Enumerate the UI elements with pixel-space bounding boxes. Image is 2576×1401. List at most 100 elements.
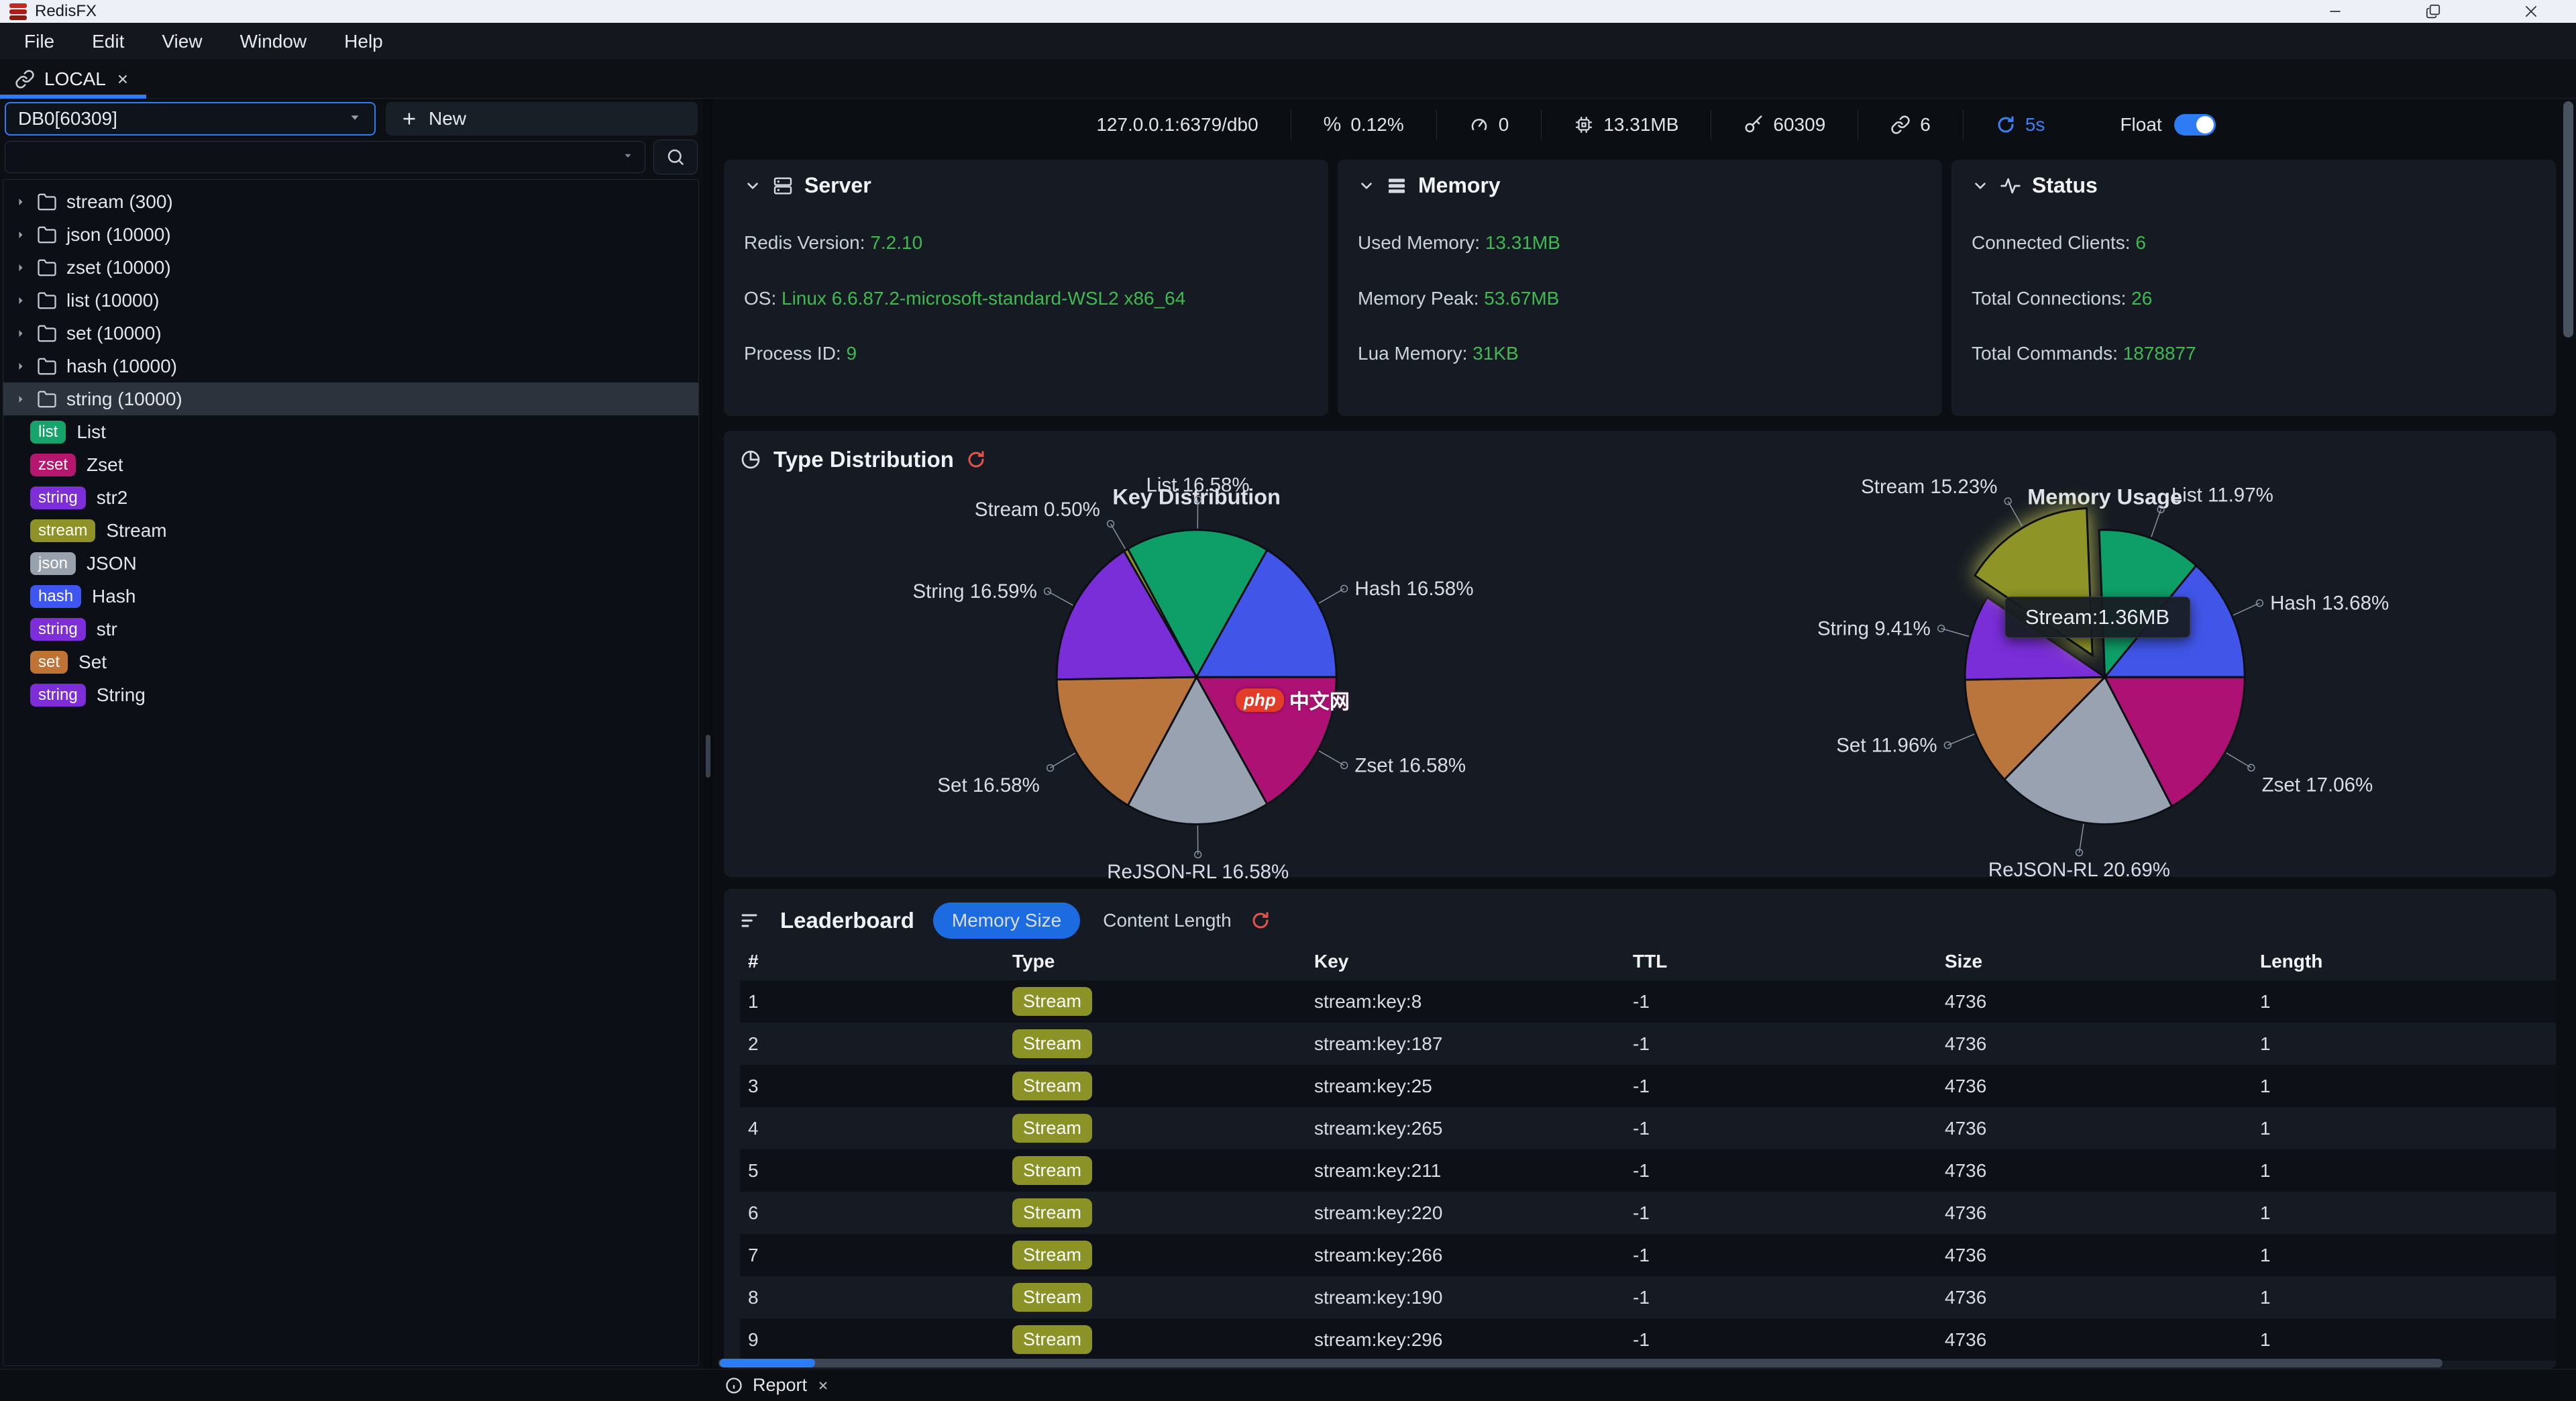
tree-folder-label: zset (10000) — [66, 257, 171, 278]
splitter-handle[interactable] — [706, 735, 710, 778]
table-row[interactable]: 6Streamstream:key:220-147361 — [740, 1192, 2556, 1234]
tab-local[interactable]: LOCAL — [0, 60, 148, 98]
refresh-icon[interactable] — [966, 450, 986, 470]
vertical-scrollbar[interactable] — [2563, 99, 2575, 1369]
close-icon[interactable] — [2522, 3, 2540, 20]
new-key-button[interactable]: New — [386, 102, 698, 136]
item-value: 7.2.10 — [870, 232, 922, 253]
tree-folder-set[interactable]: set (10000) — [3, 317, 698, 350]
key-item-hash[interactable]: hashHash — [3, 580, 698, 613]
tab-close-icon[interactable] — [115, 72, 130, 87]
cell-key: stream:key:25 — [1314, 1076, 1633, 1097]
card-item: OS: Linux 6.6.87.2-microsoft-standard-WS… — [744, 288, 1308, 309]
tree-folder-stream[interactable]: stream (300) — [3, 185, 698, 218]
table-row[interactable]: 8Streamstream:key:190-147361 — [740, 1276, 2556, 1318]
key-item-set[interactable]: setSet — [3, 645, 698, 678]
memory-icon — [1386, 175, 1407, 197]
minimize-icon[interactable] — [2326, 3, 2344, 20]
key-item-str[interactable]: stringstr — [3, 613, 698, 645]
db-select[interactable]: DB0[60309] — [5, 102, 376, 136]
metric-refresh[interactable]: 5s — [1964, 114, 2078, 136]
search-button[interactable] — [653, 140, 698, 174]
report-close-icon[interactable] — [816, 1379, 830, 1392]
table-body: 1Streamstream:key:8-1473612Streamstream:… — [740, 980, 2556, 1369]
leaderboard-tab-content-length[interactable]: Content Length — [1103, 910, 1232, 931]
key-search-input[interactable] — [16, 146, 622, 168]
restore-icon[interactable] — [2424, 3, 2442, 20]
label-leader-line — [1111, 524, 1126, 549]
key-label: List — [76, 421, 106, 443]
card-title: Memory — [1418, 173, 1501, 198]
key-distribution-chart: Key DistributionZset 16.58%ReJSON-RL 16.… — [740, 479, 1648, 874]
key-label: Zset — [87, 454, 123, 476]
label-leader-line — [2226, 753, 2251, 768]
cell-length: 1 — [2260, 1033, 2556, 1055]
tree-folder-label: hash (10000) — [66, 356, 177, 377]
cell-type: Stream — [1012, 1241, 1314, 1269]
menu-item-view[interactable]: View — [162, 31, 202, 52]
card-items: Connected Clients: 6Total Connections: 2… — [1972, 198, 2536, 399]
table-row[interactable]: 7Streamstream:key:266-147361 — [740, 1234, 2556, 1276]
cell-key: stream:key:220 — [1314, 1202, 1633, 1224]
type-distribution-panel: Type Distribution Key DistributionZset 1… — [724, 431, 2556, 877]
card-item: Lua Memory: 31KB — [1358, 343, 1922, 364]
item-label: Total Connections: — [1972, 288, 2126, 309]
hscroll-thumb[interactable] — [720, 1359, 815, 1367]
chart-tooltip: Stream:1.36MB — [2004, 596, 2190, 638]
report-tab-label[interactable]: Report — [753, 1375, 807, 1396]
menu-item-edit[interactable]: Edit — [92, 31, 124, 52]
cell-type: Stream — [1012, 1283, 1314, 1312]
tree-folder-label: set (10000) — [66, 323, 162, 344]
tree-folder-string[interactable]: string (10000) — [3, 382, 698, 415]
chevron-down-icon — [347, 108, 362, 129]
tree-folder-zset[interactable]: zset (10000) — [3, 251, 698, 284]
vscroll-thumb[interactable] — [2563, 101, 2573, 338]
type-badge: Stream — [1012, 1029, 1092, 1058]
search-icon — [665, 147, 686, 167]
column-header-type: Type — [1012, 951, 1314, 972]
table-row[interactable]: 9Streamstream:key:296-147361 — [740, 1318, 2556, 1361]
menu-item-window[interactable]: Window — [240, 31, 307, 52]
key-item-str2[interactable]: stringstr2 — [3, 481, 698, 514]
menu-item-file[interactable]: File — [24, 31, 54, 52]
cell-type: Stream — [1012, 1029, 1314, 1058]
cell-index: 3 — [748, 1076, 1012, 1097]
tree-folder-hash[interactable]: hash (10000) — [3, 350, 698, 382]
chevron-down-icon[interactable] — [622, 150, 634, 165]
tree-folder-label: list (10000) — [66, 290, 160, 311]
key-item-json[interactable]: jsonJSON — [3, 547, 698, 580]
sidebar-splitter[interactable] — [703, 99, 713, 1369]
table-row[interactable]: 4Streamstream:key:265-147361 — [740, 1107, 2556, 1149]
menu-item-help[interactable]: Help — [344, 31, 383, 52]
table-row[interactable]: 3Streamstream:key:25-147361 — [740, 1065, 2556, 1107]
metric-chip: 13.31MB — [1542, 114, 1711, 136]
pie-label-rejson-rl: ReJSON-RL 20.69% — [1988, 859, 2169, 881]
refresh-icon[interactable] — [1250, 911, 1271, 931]
leaderboard-icon — [740, 910, 761, 931]
key-item-zset[interactable]: zset Zset — [3, 448, 698, 481]
float-toggle[interactable] — [2174, 114, 2216, 136]
leaderboard-tab-memory-size[interactable]: Memory Size — [933, 902, 1080, 939]
tree-folder-json[interactable]: json (10000) — [3, 218, 698, 251]
table-row[interactable]: 5Streamstream:key:211-147361 — [740, 1149, 2556, 1192]
item-label: Process ID: — [744, 343, 841, 364]
card-item: Connected Clients: 6 — [1972, 232, 2536, 254]
key-item-string[interactable]: stringString — [3, 678, 698, 711]
pie-label-hash: Hash 16.58% — [1354, 578, 1473, 600]
pie-label-stream: Stream 15.23% — [1861, 476, 1997, 498]
key-item-list[interactable]: list List — [3, 415, 698, 448]
chart-title: Memory Usage — [2027, 484, 2182, 509]
table-row[interactable]: 1Streamstream:key:8-147361 — [740, 980, 2556, 1023]
cell-ttl: -1 — [1633, 1118, 1945, 1139]
item-value: 9 — [846, 343, 857, 364]
tree-folder-list[interactable]: list (10000) — [3, 284, 698, 317]
table-row[interactable]: 2Streamstream:key:187-147361 — [740, 1023, 2556, 1065]
type-badge: list — [30, 421, 66, 444]
tree-folder-label: string (10000) — [66, 388, 182, 410]
horizontal-scrollbar[interactable] — [718, 1359, 2443, 1367]
folder-icon — [37, 258, 57, 278]
key-item-stream[interactable]: streamStream — [3, 514, 698, 547]
type-badge: Stream — [1012, 1156, 1092, 1185]
metric-percent: %0.12% — [1291, 113, 1436, 136]
type-badge: zset — [30, 454, 76, 476]
